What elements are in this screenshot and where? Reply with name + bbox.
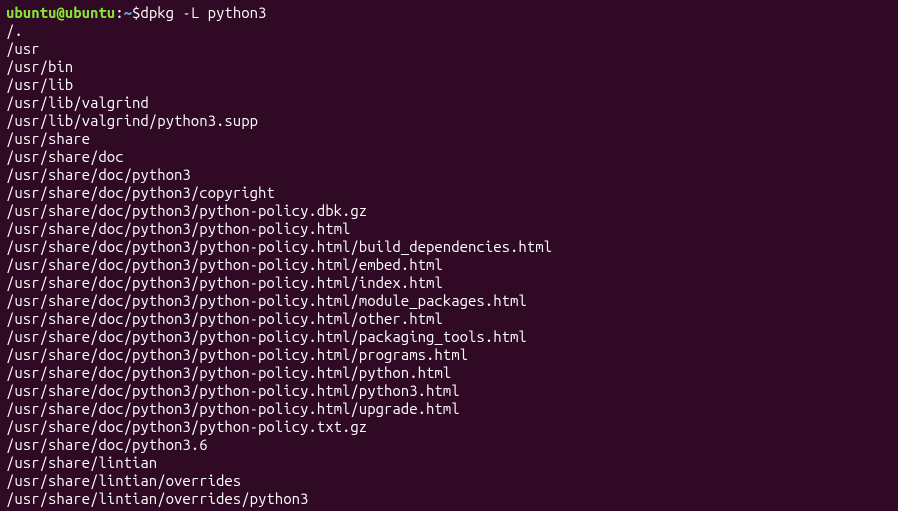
output-line: /usr/share/doc/python3/python-policy.htm… <box>6 400 892 418</box>
output-line: /usr/lib <box>6 76 892 94</box>
output-line: /usr/share/doc/python3/python-policy.htm… <box>6 238 892 256</box>
output-line: /usr/share/doc/python3 <box>6 166 892 184</box>
output-line: /usr/share/lintian <box>6 454 892 472</box>
output-line: /usr/share/doc/python3/python-policy.htm… <box>6 346 892 364</box>
output-line: /usr/share/doc/python3/python-policy.txt… <box>6 418 892 436</box>
output-line: /. <box>6 22 892 40</box>
output-line: /usr/share <box>6 130 892 148</box>
output-line: /usr/share/doc/python3/python-policy.dbk… <box>6 202 892 220</box>
output-line: /usr/share/doc <box>6 148 892 166</box>
output-line: /usr/share/doc/python3/python-policy.htm… <box>6 364 892 382</box>
prompt-line: ubuntu@ubuntu:~$ dpkg -L python3 <box>6 4 892 22</box>
output-line: /usr/share/doc/python3/python-policy.htm… <box>6 292 892 310</box>
output-line: /usr/lib/valgrind <box>6 94 892 112</box>
prompt-user-host: ubuntu@ubuntu <box>6 4 115 22</box>
output-line: /usr/share/doc/python3/python-policy.htm… <box>6 256 892 274</box>
prompt-colon: : <box>115 4 123 22</box>
output-line: /usr/share/lintian/overrides/python3 <box>6 490 892 508</box>
output-line: /usr/share/doc/python3/copyright <box>6 184 892 202</box>
output-line: /usr/share/doc/python3/python-policy.htm… <box>6 274 892 292</box>
output-line: /usr/share/doc/python3/python-policy.htm… <box>6 310 892 328</box>
output-line: /usr/lib/valgrind/python3.supp <box>6 112 892 130</box>
output-line: /usr/share/doc/python3.6 <box>6 436 892 454</box>
output-line: /usr/share/doc/python3/python-policy.htm… <box>6 328 892 346</box>
prompt-dollar: $ <box>132 4 140 22</box>
command-text: dpkg -L python3 <box>140 4 266 22</box>
terminal-window[interactable]: ubuntu@ubuntu:~$ dpkg -L python3 /. /usr… <box>6 4 892 508</box>
terminal-output: /. /usr /usr/bin /usr/lib /usr/lib/valgr… <box>6 22 892 508</box>
prompt-path: ~ <box>124 4 132 22</box>
output-line: /usr/share/doc/python3/python-policy.htm… <box>6 382 892 400</box>
output-line: /usr/share/lintian/overrides <box>6 472 892 490</box>
output-line: /usr/bin <box>6 58 892 76</box>
output-line: /usr <box>6 40 892 58</box>
output-line: /usr/share/doc/python3/python-policy.htm… <box>6 220 892 238</box>
